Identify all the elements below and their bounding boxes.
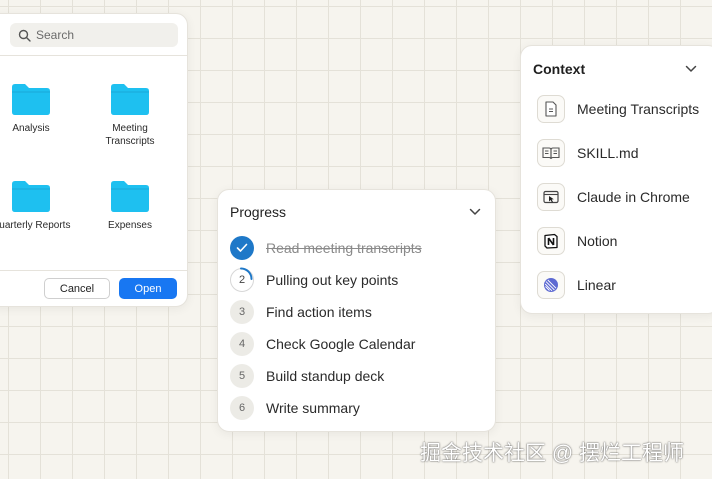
context-item-label: SKILL.md (577, 145, 639, 161)
context-panel: Context Meeting Transcripts SKILL.md Cla… (520, 45, 712, 314)
progress-step: Read meeting transcripts (230, 236, 422, 260)
folder-icon (12, 84, 50, 115)
progress-step: 6 Write summary (230, 396, 360, 420)
folder-icon (111, 84, 149, 115)
linear-icon (537, 271, 565, 299)
spinner-icon (240, 267, 253, 280)
step-label: Pulling out key points (266, 272, 399, 288)
step-complete-badge (230, 236, 254, 260)
folder-analysis[interactable]: Analysis (0, 82, 71, 135)
watermark: 掘金技术社区 @ 摆烂工程师 (420, 442, 684, 465)
step-number: 4 (230, 332, 254, 356)
step-number: 5 (230, 364, 254, 388)
check-icon (236, 243, 248, 252)
browser-cursor-icon (537, 183, 565, 211)
folder-quarterly-reports[interactable]: Quarterly Reports (0, 179, 71, 232)
folder-icon (111, 181, 149, 212)
folder-expenses[interactable]: Expenses (90, 179, 170, 232)
context-item-label: Notion (577, 233, 618, 249)
chevron-down-icon[interactable] (469, 208, 481, 216)
book-icon (537, 139, 565, 167)
context-item-meeting-transcripts[interactable]: Meeting Transcripts (537, 94, 705, 124)
progress-header[interactable]: Progress (230, 202, 481, 222)
step-in-progress-badge: 2 (230, 267, 254, 292)
step-label: Build standup deck (266, 368, 385, 384)
divider (0, 270, 187, 271)
open-button[interactable]: Open (119, 278, 177, 299)
folder-meeting-transcripts[interactable]: Meeting Transcripts (90, 82, 170, 148)
folder-label: Quarterly Reports (0, 220, 71, 231)
context-item-skill[interactable]: SKILL.md (537, 138, 705, 168)
progress-panel: Progress Read meeting transcripts 2 Pull… (217, 189, 496, 432)
progress-step: 3 Find action items (230, 300, 372, 324)
step-label: Find action items (266, 304, 372, 320)
document-icon (537, 95, 565, 123)
step-number: 6 (230, 396, 254, 420)
context-item-linear[interactable]: Linear (537, 270, 705, 300)
step-number: 3 (230, 300, 254, 324)
progress-title: Progress (230, 204, 287, 220)
folder-icon (12, 181, 50, 212)
folder-label: Expenses (108, 220, 152, 231)
context-item-label: Meeting Transcripts (577, 101, 700, 117)
context-item-label: Claude in Chrome (577, 189, 690, 205)
progress-step: 4 Check Google Calendar (230, 332, 415, 356)
search-input[interactable] (36, 28, 166, 42)
file-picker-dialog: Analysis Meeting Transcripts Quarterly R… (0, 13, 188, 307)
search-box[interactable] (10, 23, 178, 47)
context-item-claude-in-chrome[interactable]: Claude in Chrome (537, 182, 705, 212)
search-icon (18, 29, 31, 42)
chevron-down-icon[interactable] (685, 65, 697, 73)
folder-label: Analysis (12, 123, 50, 134)
progress-step: 5 Build standup deck (230, 364, 384, 388)
context-title: Context (533, 61, 586, 77)
cancel-button[interactable]: Cancel (44, 278, 110, 299)
folder-label: Meeting Transcripts (105, 123, 155, 147)
step-label: Check Google Calendar (266, 336, 416, 352)
context-header[interactable]: Context (533, 59, 697, 79)
step-label: Write summary (266, 400, 360, 416)
divider (0, 55, 187, 56)
progress-step: 2 Pulling out key points (230, 267, 399, 292)
step-label: Read meeting transcripts (266, 240, 422, 256)
context-item-label: Linear (577, 277, 616, 293)
context-item-notion[interactable]: Notion (537, 226, 705, 256)
notion-icon (537, 227, 565, 255)
